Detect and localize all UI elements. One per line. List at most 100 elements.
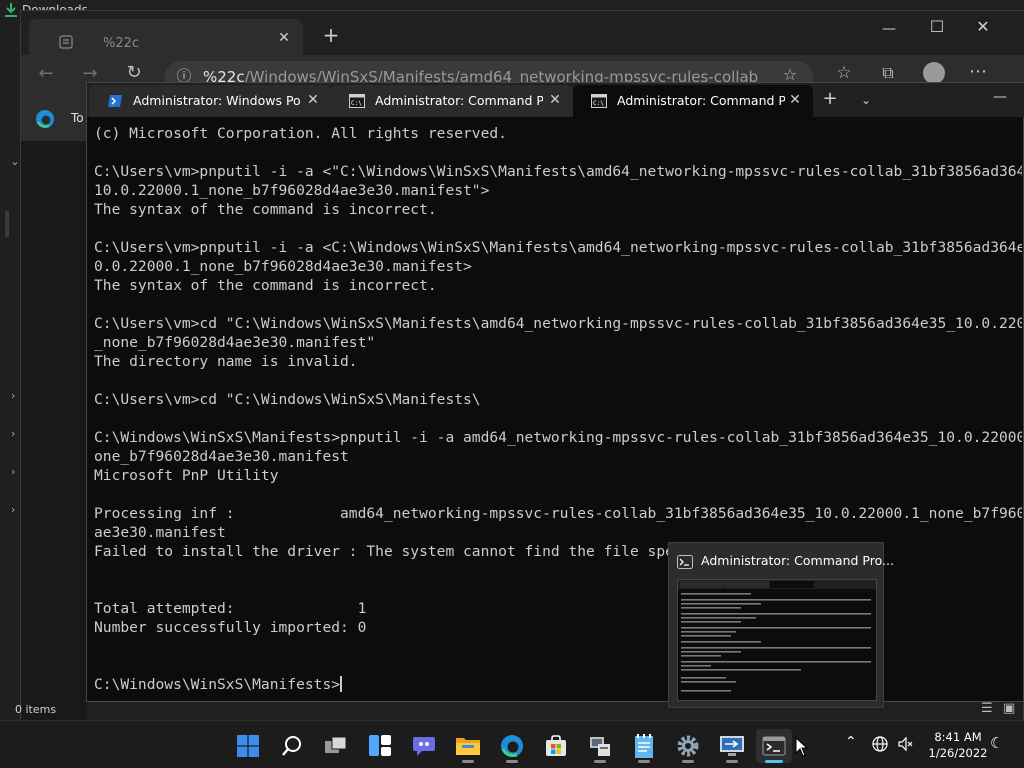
terminal-line: C:\Users\vm>pnputil -i -a <C:\Windows\Wi…	[94, 239, 1022, 256]
profile-avatar[interactable]	[923, 62, 945, 84]
edge-logo-icon	[36, 110, 54, 128]
favorites-icon[interactable]: ☆	[833, 63, 855, 83]
terminal-line: 10.0.22000.1_none_b7f96028d4ae3e30.manif…	[94, 182, 490, 199]
refresh-icon[interactable]: ↻	[123, 62, 145, 83]
store-button[interactable]	[538, 729, 574, 763]
taskbar: ⌃ 8:41 AM 1/26/2022 ☾	[0, 720, 1024, 768]
new-tab-icon[interactable]: +	[311, 21, 351, 49]
large-icons-view-icon[interactable]: ▣	[1003, 701, 1015, 716]
terminal-line: Processing inf : amd64_networking-mpssvc…	[94, 505, 1022, 522]
selection-indicator	[5, 211, 9, 237]
network-globe-icon[interactable]	[872, 736, 888, 752]
show-hidden-icons-chevron-icon[interactable]: ⌃	[845, 734, 857, 750]
task-view-button[interactable]	[318, 729, 354, 763]
chevron-right-icon[interactable]: ›	[11, 389, 15, 402]
terminal-tab-bar: Administrator: Windows PowerS ✕ C:\ Admi…	[87, 83, 1024, 117]
remote-desktop-icon	[720, 736, 744, 756]
maximize-icon[interactable]: ☐	[917, 13, 957, 41]
device-manager-button[interactable]	[582, 729, 618, 763]
close-tab-icon[interactable]: ✕	[545, 90, 565, 110]
terminal-line: 0.0.22000.1_none_b7f96028d4ae3e30.manife…	[94, 258, 472, 275]
favorites-bar-item[interactable]: To	[71, 111, 84, 125]
terminal-line: Microsoft PnP Utility	[94, 467, 279, 484]
gear-icon	[677, 735, 699, 757]
terminal-tab-cmd[interactable]: C:\ Administrator: Command Promp ✕	[331, 85, 573, 117]
svg-text:C:\: C:\	[593, 100, 604, 107]
clock-time: 8:41 AM	[934, 730, 982, 744]
running-indicator	[594, 760, 606, 763]
clock-date: 1/26/2022	[928, 746, 988, 760]
thumbnail-image	[677, 579, 877, 701]
powershell-icon	[108, 95, 122, 107]
terminal-line: C:\Users\vm>cd "C:\Windows\WinSxS\Manife…	[94, 391, 481, 408]
file-explorer-button[interactable]	[450, 729, 486, 763]
remote-desktop-button[interactable]	[714, 729, 750, 763]
terminal-line: C:\Windows\WinSxS\Manifests>pnputil -i -…	[94, 429, 1022, 446]
widgets-icon	[369, 735, 391, 756]
minimize-icon[interactable]: —	[985, 87, 1015, 111]
terminal-line: The syntax of the command is incorrect.	[94, 201, 437, 218]
edge-tab[interactable]: %22c ✕	[29, 19, 303, 55]
terminal-tab-label: Administrator: Command Promp	[617, 93, 785, 108]
mouse-cursor-icon	[795, 737, 809, 757]
clock[interactable]: 8:41 AM 1/26/2022	[918, 729, 998, 761]
cmd-icon: C:\	[591, 94, 607, 108]
store-icon	[546, 735, 566, 756]
close-tab-icon[interactable]: ✕	[269, 24, 299, 52]
cmd-icon: C:\	[349, 94, 365, 108]
running-indicator	[638, 760, 650, 763]
terminal-button[interactable]	[756, 729, 792, 763]
volume-muted-icon[interactable]	[897, 736, 913, 752]
chevron-down-icon[interactable]: ⌄	[9, 155, 21, 168]
task-view-icon	[325, 736, 347, 753]
text-cursor	[340, 676, 343, 692]
settings-button[interactable]	[670, 729, 706, 763]
back-icon[interactable]: ←	[35, 63, 57, 84]
edge-tab-bar: %22c ✕ + — ☐ ✕	[21, 11, 1024, 55]
chevron-right-icon[interactable]: ›	[11, 503, 15, 516]
notepad-button[interactable]	[626, 729, 662, 763]
edge-favorites-bar: To	[21, 99, 87, 141]
chevron-right-icon[interactable]: ›	[11, 427, 15, 440]
close-window-icon[interactable]: ✕	[963, 13, 1003, 41]
running-indicator	[682, 760, 694, 763]
terminal-icon	[677, 555, 693, 569]
chevron-down-icon[interactable]: ⌄	[855, 89, 877, 111]
forward-icon[interactable]: →	[79, 63, 101, 84]
windows-logo-icon	[237, 735, 259, 757]
taskbar-thumbnail-preview[interactable]: Administrator: Command Pro...	[668, 542, 894, 708]
notepad-icon	[635, 734, 653, 758]
close-tab-icon[interactable]: ✕	[303, 90, 323, 110]
running-indicator	[726, 760, 738, 763]
more-options-icon[interactable]: ⋯	[967, 61, 989, 82]
edge-tab-title: %22c	[103, 36, 140, 51]
close-tab-icon[interactable]: ✕	[785, 90, 805, 110]
active-indicator	[765, 760, 783, 763]
collections-icon[interactable]: ⧉	[877, 63, 899, 83]
chevron-right-icon[interactable]: ›	[11, 465, 15, 478]
terminal-line: _none_b7f96028d4ae3e30.manifest"	[94, 334, 376, 351]
widgets-button[interactable]	[362, 729, 398, 763]
details-view-icon[interactable]: ☰	[981, 701, 993, 716]
terminal-line: ae3e30.manifest	[94, 524, 226, 541]
terminal-line: C:\Users\vm>cd "C:\Windows\WinSxS\Manife…	[94, 315, 1022, 332]
explorer-status-bar: 0 items	[15, 703, 57, 716]
focus-assist-moon-icon[interactable]: ☾	[990, 734, 1003, 752]
teams-chat-button[interactable]	[406, 729, 442, 763]
explorer-navigation-pane: ⌄ › › › ›	[5, 141, 87, 721]
thumbnail-content	[678, 580, 876, 692]
thumbnail-title: Administrator: Command Pro...	[701, 553, 894, 568]
start-button[interactable]	[230, 729, 266, 763]
minimize-icon[interactable]: —	[869, 15, 909, 43]
edge-button[interactable]	[494, 729, 530, 763]
terminal-tab-cmd-active[interactable]: C:\ Administrator: Command Promp ✕	[573, 85, 813, 117]
search-button[interactable]	[274, 729, 310, 763]
terminal-tab-powershell[interactable]: Administrator: Windows PowerS ✕	[89, 85, 331, 117]
new-tab-icon[interactable]: +	[819, 89, 841, 111]
terminal-tab-label: Administrator: Windows PowerS	[133, 93, 301, 108]
terminal-line: one_b7f96028d4ae3e30.manifest	[94, 448, 349, 465]
